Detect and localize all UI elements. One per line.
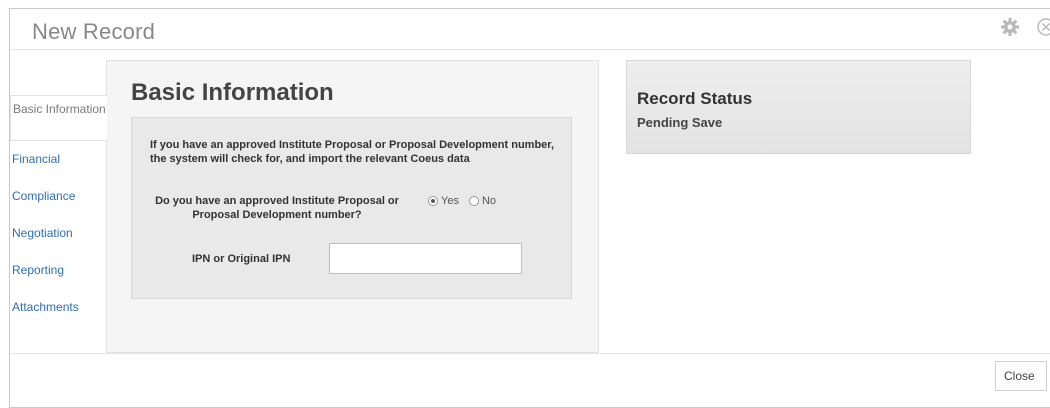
footer-divider xyxy=(10,353,1050,354)
sidebar-item-financial[interactable]: Financial xyxy=(10,141,106,178)
ipn-input[interactable] xyxy=(329,243,522,274)
close-icon[interactable] xyxy=(1036,17,1050,37)
sidebar-item-compliance[interactable]: Compliance xyxy=(10,178,106,215)
radio-yes[interactable]: Yes xyxy=(428,195,459,207)
gear-icon[interactable] xyxy=(1000,17,1020,37)
dialog-titlebar: New Record xyxy=(10,9,1050,50)
radio-no-indicator[interactable] xyxy=(468,196,479,206)
ipn-form-box: If you have an approved Institute Propos… xyxy=(131,117,572,299)
sidebar-nav: Basic Information Financial Compliance N… xyxy=(10,95,107,326)
close-button[interactable]: Close xyxy=(995,361,1047,391)
sidebar-item-negotiation[interactable]: Negotiation xyxy=(10,215,106,252)
dialog-title: New Record xyxy=(32,19,156,44)
radio-yes-label: Yes xyxy=(441,195,459,207)
sidebar-item-basic-information[interactable]: Basic Information xyxy=(10,95,107,141)
intro-text: If you have an approved Institute Propos… xyxy=(150,139,555,165)
radio-yes-indicator[interactable] xyxy=(428,196,438,206)
status-value: Pending Save xyxy=(637,115,723,130)
ipn-radio-group: Yes No xyxy=(428,195,496,207)
status-title: Record Status xyxy=(637,89,753,108)
basic-information-panel: Basic Information If you have an approve… xyxy=(106,60,599,353)
radio-no-label: No xyxy=(481,195,497,207)
section-title: Basic Information xyxy=(131,79,334,106)
record-status-panel: Record Status Pending Save xyxy=(626,60,971,154)
sidebar-item-attachments[interactable]: Attachments xyxy=(10,289,106,326)
sidebar-item-reporting[interactable]: Reporting xyxy=(10,252,106,289)
ipn-question-label: Do you have an approved Institute Propos… xyxy=(155,195,399,221)
new-record-dialog: New Record Basic Information Financial C… xyxy=(9,8,1050,408)
ipn-label: IPN or Original IPN xyxy=(192,253,291,265)
radio-no[interactable]: No xyxy=(468,195,497,207)
